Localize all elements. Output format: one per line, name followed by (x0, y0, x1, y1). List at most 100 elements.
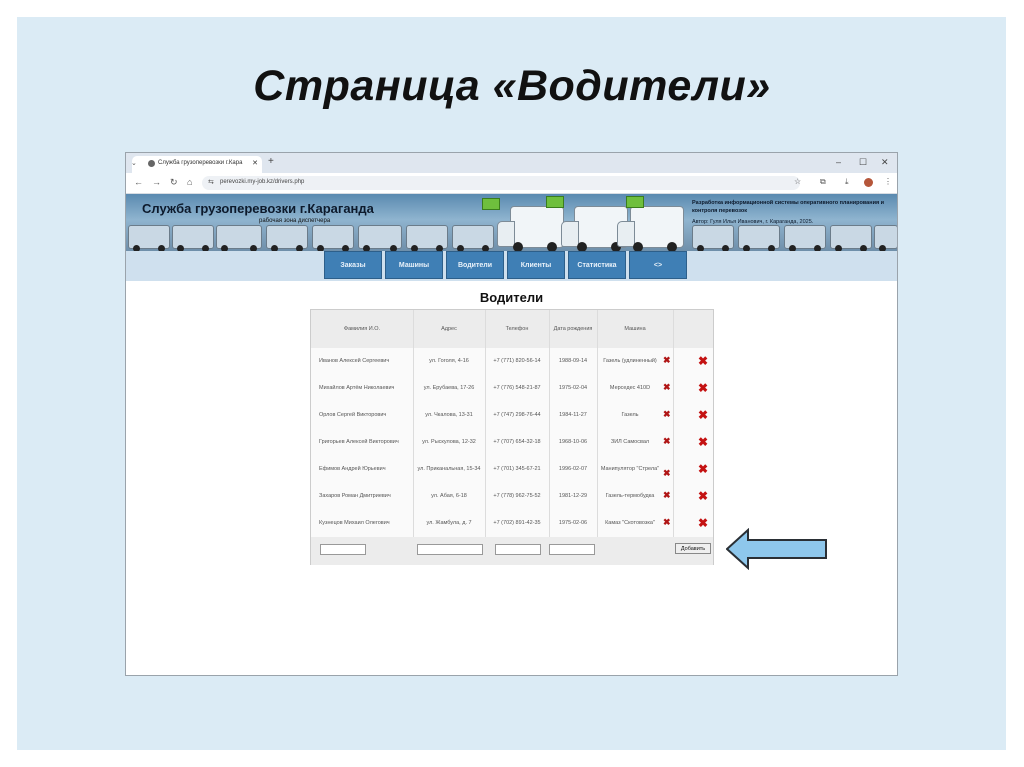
drivers-table: Фамилия И.О. Адрес Телефон Дата рождения… (310, 309, 714, 565)
table-row: Орлов Сергей Викторович ул. Чкалова, 13-3… (311, 402, 713, 430)
cell-phone: +7 (778) 962-75-52 (493, 493, 541, 499)
author-info: Автор: Гуля Илья Иванович, г. Караганда,… (692, 219, 814, 225)
add-driver-row: Добавить (311, 537, 713, 565)
nav-item-statistics[interactable]: Статистика (568, 251, 626, 279)
cell-name: Михайлов Артём Николаевич (319, 385, 395, 391)
maximize-icon[interactable]: ☐ (859, 157, 867, 168)
taxi-sign-icon (482, 198, 500, 210)
cell-car: Газель-термобудка (605, 493, 655, 499)
close-window-icon[interactable]: ✕ (881, 157, 889, 168)
new-address-input[interactable] (417, 544, 483, 555)
new-name-input[interactable] (320, 544, 366, 555)
forward-icon[interactable]: → (152, 177, 161, 187)
nav-item-more[interactable]: <> (629, 251, 687, 279)
cell-car: Газель (удлиненный) (603, 358, 657, 364)
cell-car: Мерседес 410D (609, 385, 651, 391)
slide-title: Страница «Водители» (253, 62, 771, 110)
site-favicon-icon (148, 160, 155, 167)
header-name: Фамилия И.О. (343, 325, 381, 332)
edit-cancel-icon[interactable]: ✖ (663, 436, 671, 447)
browser-screenshot: ⌄ Служба грузоперевозки г.Кара ✕ + – ☐ ✕… (125, 152, 898, 676)
nav-item-cars[interactable]: Машины (385, 251, 443, 279)
download-icon[interactable]: ⤓ (845, 177, 849, 187)
cell-birth: 1984-11-27 (559, 412, 587, 418)
cell-phone: +7 (702) 891-42-35 (493, 520, 541, 526)
delete-row-icon[interactable]: ✖ (698, 462, 708, 476)
close-tab-icon[interactable]: ✕ (252, 159, 258, 167)
cell-name: Григорьев Алексей Викторович (319, 439, 399, 445)
menu-dots-icon[interactable]: ⋮ (884, 177, 892, 186)
cell-name: Кузнецов Михаил Олегович (319, 520, 390, 526)
site-title: Служба грузоперевозки г.Караганда (142, 201, 374, 216)
bookmark-star-icon[interactable]: ☆ (794, 177, 801, 186)
header-car: Машина (624, 325, 646, 332)
tab-list-chevron-icon[interactable]: ⌄ (131, 159, 137, 167)
cell-address: ул. Ерубаева, 17-26 (423, 385, 475, 391)
cell-car: ЗИЛ Самосвал (610, 439, 650, 445)
edit-cancel-icon[interactable]: ✖ (663, 517, 671, 528)
new-phone-input[interactable] (495, 544, 541, 555)
delete-row-icon[interactable]: ✖ (698, 381, 708, 395)
taxi-sign-icon (626, 196, 644, 208)
header-birth: Дата рождения (553, 325, 593, 332)
delete-row-icon[interactable]: ✖ (698, 408, 708, 422)
nav-item-clients[interactable]: Клиенты (507, 251, 565, 279)
edit-cancel-icon[interactable]: ✖ (663, 490, 671, 501)
cell-address: ул. Чкалова, 13-31 (425, 412, 473, 418)
cell-address: ул. Абая, 6-18 (431, 493, 467, 499)
back-icon[interactable]: ← (134, 177, 143, 187)
edit-cancel-icon[interactable]: ✖ (663, 382, 671, 393)
edit-cancel-icon[interactable]: ✖ (663, 355, 671, 366)
delete-row-icon[interactable]: ✖ (698, 489, 708, 503)
table-row: Ефимов Андрей Юрьевич ул. Приканальная, 1… (311, 456, 713, 484)
delete-row-icon[interactable]: ✖ (698, 354, 708, 368)
delete-row-icon[interactable]: ✖ (698, 435, 708, 449)
add-button[interactable]: Добавить (675, 543, 711, 554)
cell-name: Орлов Сергей Викторович (319, 412, 387, 418)
main-nav: Заказы Машины Водители Клиенты Статистик… (126, 251, 897, 281)
cell-birth: 1981-12-29 (558, 493, 588, 499)
edit-cancel-icon[interactable]: ✖ (663, 409, 671, 420)
taxi-sign-icon (546, 196, 564, 208)
new-tab-icon[interactable]: + (268, 156, 274, 167)
site-banner: Служба грузоперевозки г.Караганда рабоча… (126, 194, 897, 251)
cell-birth: 1968-10-06 (558, 439, 588, 445)
cell-name: Ефимов Андрей Юрьевич (319, 466, 386, 472)
home-icon[interactable]: ⌂ (187, 177, 192, 187)
delete-row-icon[interactable]: ✖ (698, 516, 708, 530)
reload-icon[interactable]: ↻ (170, 177, 178, 188)
cell-birth: 1975-02-04 (558, 385, 588, 391)
cell-address: ул. Рыскулова, 12-32 (422, 439, 476, 445)
cell-birth: 1996-02-07 (558, 466, 588, 472)
new-birth-input[interactable] (549, 544, 595, 555)
extensions-icon[interactable]: ⧉ (820, 177, 826, 187)
table-header: Фамилия И.О. Адрес Телефон Дата рождения… (311, 310, 713, 349)
cell-address: ул. Приканальная, 15-34 (417, 466, 481, 472)
tab-title: Служба грузоперевозки г.Кара (158, 160, 243, 166)
table-row: Григорьев Алексей Викторович ул. Рыскулов… (311, 429, 713, 457)
table-row: Кузнецов Михаил Олегович ул. Жамбула, д. … (311, 510, 713, 538)
cell-name: Захаров Роман Дмитриевич (319, 493, 391, 499)
site-info-icon[interactable]: ⇆ (208, 178, 214, 186)
nav-item-orders[interactable]: Заказы (324, 251, 382, 279)
edit-cancel-icon[interactable]: ✖ (663, 468, 671, 479)
nav-item-drivers[interactable]: Водители (446, 251, 504, 279)
cell-name: Иванов Алексей Сергеевич (319, 358, 390, 364)
cell-birth: 1988-09-14 (558, 358, 588, 364)
address-row: ← → ↻ ⌂ ⇆ perevozki.my-job.kz/drivers.ph… (126, 173, 897, 194)
pointer-arrow-icon (726, 528, 827, 570)
table-row: Михайлов Артём Николаевич ул. Ерубаева, 1… (311, 375, 713, 403)
cell-phone: +7 (701) 345-67-21 (493, 466, 541, 472)
minimize-icon[interactable]: – (836, 157, 841, 167)
cell-phone: +7 (776) 548-21-87 (493, 385, 541, 391)
profile-avatar[interactable] (864, 178, 873, 187)
page-heading: Водители (479, 290, 544, 305)
browser-tab[interactable]: ⌄ Служба грузоперевозки г.Кара ✕ (131, 156, 262, 173)
cell-phone: +7 (771) 820-56-14 (493, 358, 541, 364)
developer-info: Разработка информационной системы операт… (692, 200, 885, 214)
url-text: perevozki.my-job.kz/drivers.php (220, 179, 305, 185)
cell-car: Камаз "Скотовозка" (605, 520, 655, 526)
url-bar[interactable]: ⇆ perevozki.my-job.kz/drivers.php (202, 176, 800, 190)
header-phone: Телефон (505, 325, 529, 332)
table-row: Захаров Роман Дмитриевич ул. Абая, 6-18 +7… (311, 483, 713, 511)
